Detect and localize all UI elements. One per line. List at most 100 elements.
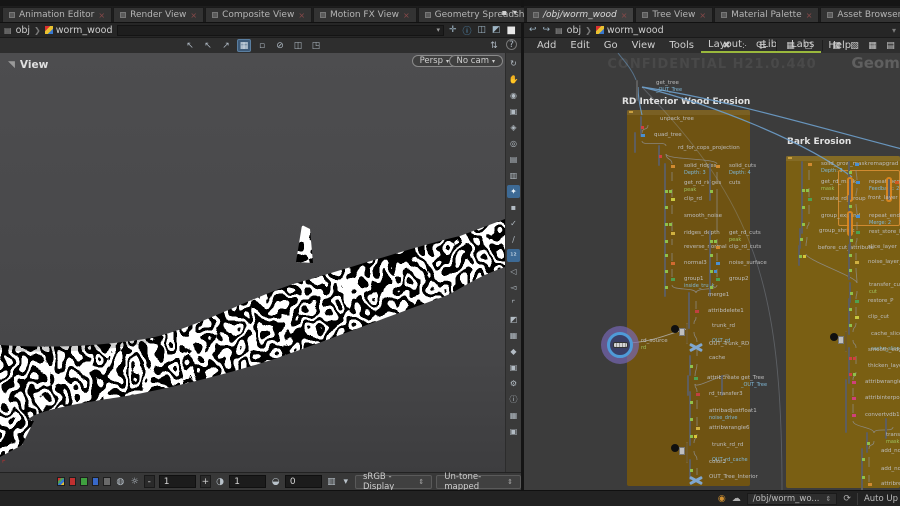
close-icon[interactable]: × xyxy=(699,11,706,20)
menu-edit[interactable]: Edit xyxy=(563,38,596,53)
close-icon[interactable]: × xyxy=(403,11,410,20)
select-tool-icon-2[interactable]: ↗ xyxy=(219,39,233,52)
node-rd-for-cops-projection[interactable]: rd_for_cops_projection xyxy=(658,146,660,165)
breadcrumb-root[interactable]: obj xyxy=(16,25,30,36)
viewport-control-icon-14[interactable]: ◅ xyxy=(507,281,520,294)
breadcrumb-node[interactable]: worm_wood xyxy=(596,25,664,36)
menu-icon-9[interactable]: ▦ xyxy=(866,40,879,52)
node-before-cut-attribute[interactable]: before_cut_attribute xyxy=(798,246,800,265)
viewport-control-icon-19[interactable]: ▣ xyxy=(507,361,520,374)
sort-icon[interactable]: ⇅ xyxy=(487,39,501,52)
menu-add[interactable]: Add xyxy=(530,38,563,53)
channel-green-button[interactable] xyxy=(80,477,88,486)
tab-obj-worm-wood[interactable]: /obj/worm_wood× xyxy=(526,7,634,22)
node-trunk-rd[interactable]: trunk_rdOUT_rd xyxy=(686,324,688,343)
node-cuts[interactable]: cuts xyxy=(709,181,711,200)
brightness-plus-button[interactable]: + xyxy=(200,475,211,488)
node-attribwrangle6[interactable]: attribwrangle6 xyxy=(689,426,691,445)
close-icon[interactable]: × xyxy=(806,11,813,20)
node-get-tree[interactable]: get_tree_OUT_Tree xyxy=(636,81,638,100)
menu-icon-5[interactable]: ▢ xyxy=(802,40,815,52)
breadcrumb-node[interactable]: worm_wood xyxy=(45,25,113,36)
network-path-icon[interactable]: ▤ xyxy=(555,26,563,35)
viewport-control-icon-2[interactable]: ◉ xyxy=(507,89,520,102)
node-noise-layer-by-slices[interactable]: noise_layer_by_slices xyxy=(848,260,850,279)
viewport-control-icon-17[interactable]: ▦ xyxy=(507,329,520,342)
combo-caret-icon[interactable]: ▾ xyxy=(436,26,440,34)
info-circle-icon[interactable]: ⓘ xyxy=(462,24,473,37)
pin-icon[interactable]: ✛ xyxy=(448,25,458,35)
camera-dropdown[interactable]: No cam▾ xyxy=(449,55,503,67)
viewport-control-icon-5[interactable]: ◎ xyxy=(507,137,520,150)
tab-composite-view[interactable]: Composite View× xyxy=(205,7,312,22)
tab-asset-browser[interactable]: Asset Browser× xyxy=(820,7,900,22)
node-quad-tree[interactable]: quad_tree xyxy=(634,133,636,152)
tab-motion-fx-view[interactable]: Motion FX View× xyxy=(313,7,417,22)
viewport-control-icon-1[interactable]: ✋ xyxy=(507,73,520,86)
message-log-icon[interactable]: ◉ xyxy=(718,494,726,504)
path-caret-icon[interactable]: ▾ xyxy=(892,26,896,35)
menu-icon-4[interactable]: ▦ xyxy=(784,40,797,52)
channel-blue-button[interactable] xyxy=(92,477,100,486)
refresh-icon[interactable]: ⟳ xyxy=(843,494,851,504)
network-path-icon[interactable]: ▤ xyxy=(4,26,12,35)
select-tool-icon-1[interactable]: ↖ xyxy=(201,39,215,52)
viewport-control-icon-15[interactable]: ⌜ xyxy=(507,297,520,310)
node-cache[interactable]: cache xyxy=(689,356,691,375)
pane-maximize-icon[interactable]: ▪ xyxy=(502,8,507,17)
help-icon[interactable]: ? xyxy=(506,39,517,50)
select-tool-icon-0[interactable]: ↖ xyxy=(183,39,197,52)
box-minimize-icon[interactable] xyxy=(788,157,792,159)
breadcrumb-root[interactable]: obj xyxy=(567,25,581,36)
viewport-control-icon-6[interactable]: ▤ xyxy=(507,153,520,166)
select-tool-icon-7[interactable]: ◳ xyxy=(309,39,323,52)
brightness-minus-button[interactable]: - xyxy=(144,475,155,488)
colorspace-dropdown[interactable]: sRGB - Display⇕ xyxy=(355,475,432,489)
camera-icon[interactable]: ◩ xyxy=(491,25,502,35)
close-icon[interactable]: × xyxy=(190,11,197,20)
viewport-control-icon-13[interactable]: ◁ xyxy=(507,265,520,278)
viewport-control-icon-9[interactable]: ▪ xyxy=(507,201,520,214)
menu-icon-7[interactable]: ▦ xyxy=(830,40,843,52)
menu-icon-2[interactable]: ☰ xyxy=(756,40,769,52)
select-tool-icon-4[interactable]: ▫ xyxy=(255,39,269,52)
tonemap-dropdown[interactable]: Un-tone-mapped⇕ xyxy=(436,475,521,489)
viewport-3d[interactable]: ◥ View Persp▾ No cam▾ ↻✋◉▣◈◎▤▥✦▪✓∕¹²◁◅⌜◩… xyxy=(0,53,521,472)
tab-render-view[interactable]: Render View× xyxy=(113,7,204,22)
menu-icon-10[interactable]: ▤ xyxy=(884,40,897,52)
channel-ramp-button[interactable] xyxy=(57,477,65,486)
selected-node-ring[interactable]: rd_sourcerd xyxy=(601,326,639,364)
viewport-control-icon-10[interactable]: ✓ xyxy=(507,217,520,230)
select-tool-icon-3[interactable]: ▦ xyxy=(237,39,251,52)
pane-maximize-icon[interactable]: ■ xyxy=(506,25,517,36)
contrast-field[interactable]: 1 xyxy=(229,475,266,488)
memory-icon[interactable]: ☁ xyxy=(732,494,741,504)
pane-menu-caret-icon[interactable]: ▾ xyxy=(513,8,517,17)
viewport-control-icon-18[interactable]: ◆ xyxy=(507,345,520,358)
lut-icon[interactable]: ▥ xyxy=(326,475,336,488)
path-spinner-icon[interactable]: ⇕ xyxy=(826,495,832,503)
close-icon[interactable]: × xyxy=(621,11,628,20)
close-icon[interactable]: × xyxy=(298,11,305,20)
menu-icon-0[interactable]: ✖ xyxy=(720,40,733,52)
viewport-control-icon-22[interactable]: ▦ xyxy=(507,409,520,422)
back-icon[interactable]: ↩ xyxy=(528,25,538,35)
viewport-control-icon-21[interactable]: ⓘ xyxy=(507,393,520,406)
node-clip-cut[interactable]: clip_cut xyxy=(848,315,850,334)
viewport-control-icon-7[interactable]: ▥ xyxy=(507,169,520,182)
tab-material-palette[interactable]: Material Palette× xyxy=(714,7,819,22)
node-attribdelete1[interactable]: attribdelete1 xyxy=(688,309,690,328)
path-combo[interactable]: ▾ xyxy=(117,25,444,36)
node-group1[interactable]: group1inside_trunk xyxy=(664,277,666,296)
forward-icon[interactable]: ↪ xyxy=(542,25,552,35)
node-transfer-attr-mask[interactable]: transfer_attr_maskmask xyxy=(866,433,868,452)
update-mode-dropdown[interactable]: Auto Up xyxy=(864,494,898,504)
node-cache-slice-growth[interactable]: cache_slice_growthcache_slice_growth_v2 xyxy=(845,332,847,351)
menu-go[interactable]: Go xyxy=(597,38,625,53)
node-thicken-layers[interactable]: thicken_layers xyxy=(848,364,850,383)
viewport-control-icon-8[interactable]: ✦ xyxy=(507,185,520,198)
viewport-control-icon-3[interactable]: ▣ xyxy=(507,105,520,118)
snapshot-icon[interactable]: ◫ xyxy=(477,25,488,35)
node-trunk-rd-rd[interactable]: trunk_rd_rdOUT_rd_cache xyxy=(686,443,688,462)
gamma-field[interactable]: 0 xyxy=(285,475,322,488)
